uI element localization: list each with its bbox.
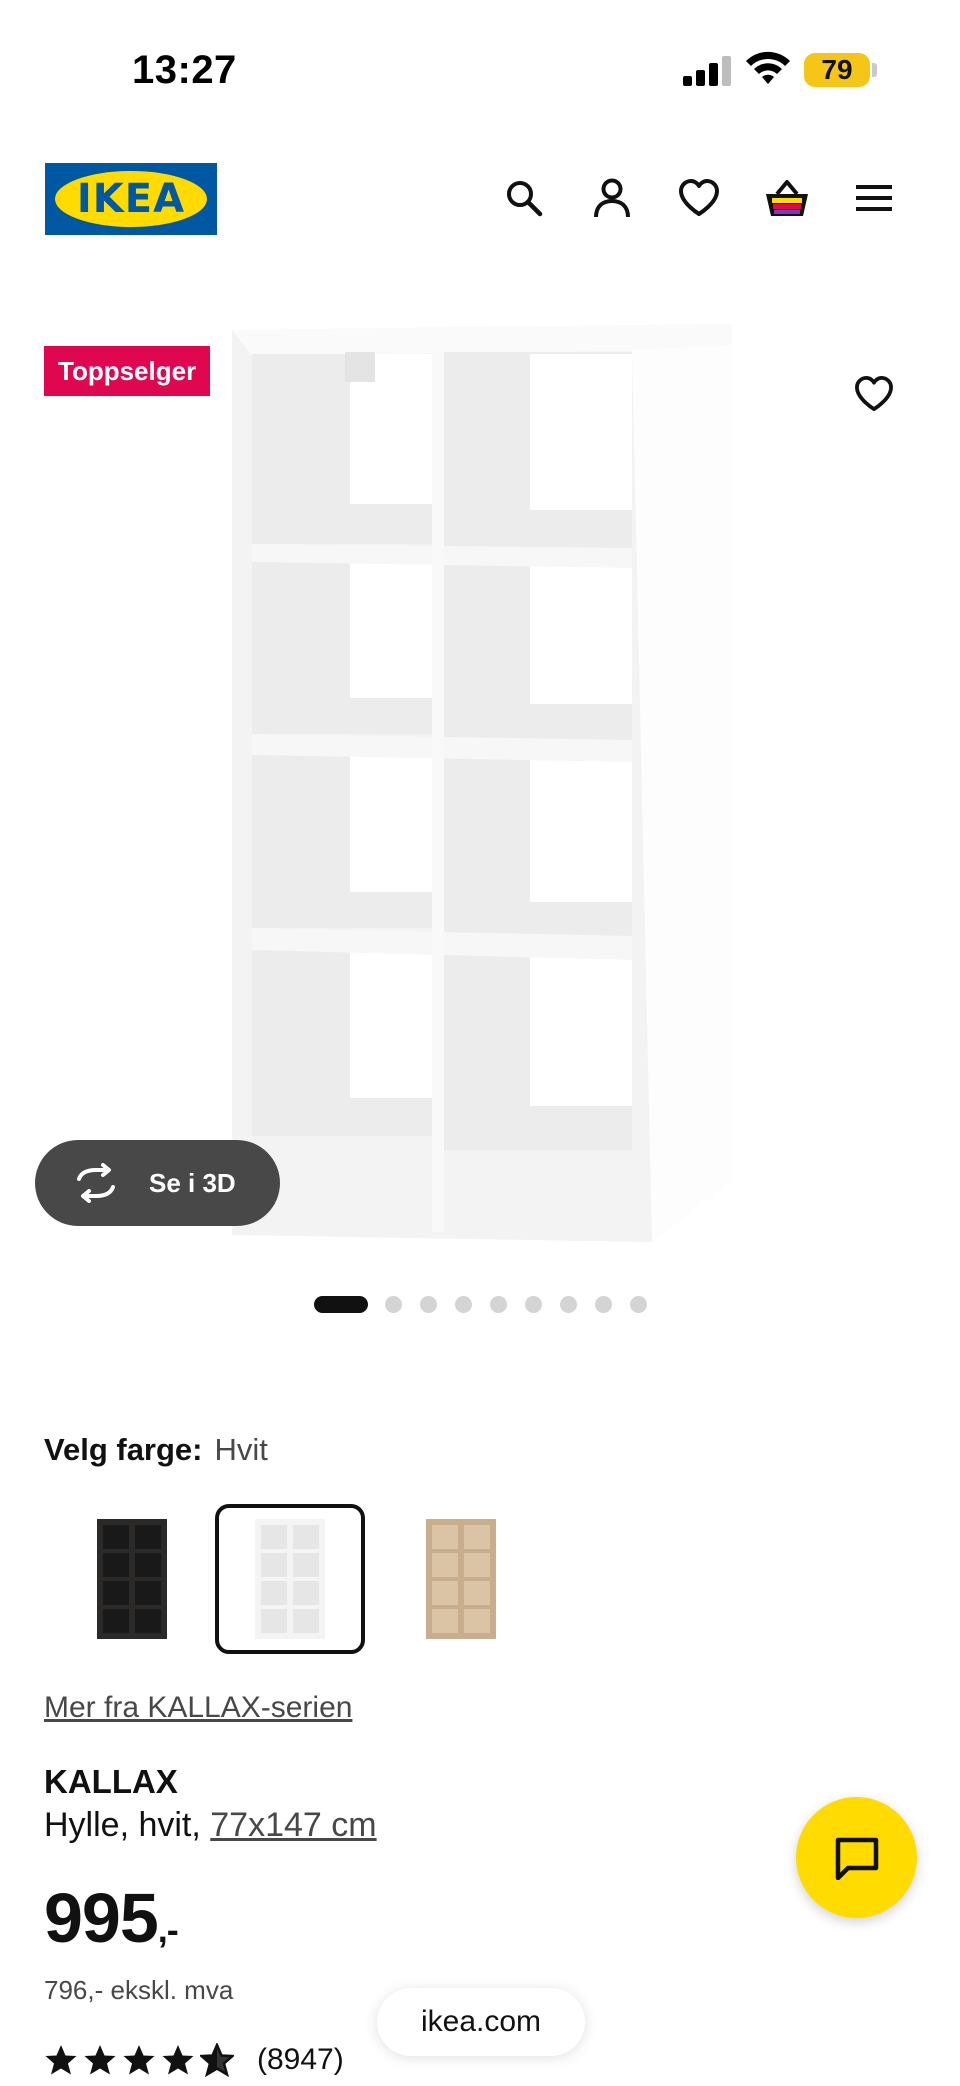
battery-tip [872, 63, 877, 77]
color-selector-label: Velg farge: Hvit [44, 1432, 268, 1468]
logo-text: IKEA [76, 176, 186, 222]
price-suffix: ,- [157, 1909, 179, 1950]
rating-count: (8947) [257, 2043, 344, 2076]
wifi-icon [746, 51, 790, 84]
carousel-dot[interactable] [630, 1296, 647, 1313]
price-excl-vat: 796,- ekskl. mva [44, 1975, 234, 2005]
heart-icon [855, 376, 893, 412]
carousel-dot[interactable] [525, 1296, 542, 1313]
price-main: 995 [44, 1879, 159, 1957]
carousel-dot[interactable] [455, 1296, 472, 1313]
rating[interactable]: (8947) [44, 2040, 344, 2080]
add-to-wishlist-button[interactable] [840, 360, 908, 428]
product-image[interactable] [0, 300, 960, 1260]
user-icon [594, 178, 630, 218]
size-link[interactable]: 77x147 cm [210, 1806, 376, 1844]
signal-icon [683, 56, 731, 86]
selected-color: Hvit [214, 1432, 268, 1467]
menu-button[interactable] [844, 168, 904, 228]
carousel-dot[interactable] [314, 1296, 368, 1313]
search-button[interactable] [494, 168, 554, 228]
color-swatch-white-oak[interactable] [386, 1504, 536, 1654]
color-label: Velg farge: [44, 1432, 203, 1467]
product-type: Hylle, hvit, [44, 1806, 211, 1844]
series-link[interactable]: Mer fra KALLAX-serien [44, 1691, 352, 1725]
star-icon [123, 2045, 155, 2075]
basket-icon [766, 180, 808, 216]
carousel-dot[interactable] [420, 1296, 437, 1313]
account-button[interactable] [582, 168, 642, 228]
menu-icon [856, 185, 892, 211]
rotate-3d-icon [77, 1163, 115, 1203]
carousel-dot[interactable] [560, 1296, 577, 1313]
color-swatch-white[interactable] [215, 1504, 365, 1654]
star-icon [162, 2045, 194, 2075]
top-seller-badge: Toppselger [44, 346, 211, 396]
half-star-icon [200, 2043, 234, 2077]
chat-icon [835, 1837, 878, 1880]
color-swatch-black-brown[interactable] [57, 1504, 207, 1654]
wishlist-button[interactable] [669, 168, 729, 228]
star-icon [84, 2045, 116, 2075]
heart-icon [679, 179, 719, 216]
kallax-oak-thumbnail [426, 1519, 496, 1639]
status-time: 13:27 [132, 48, 237, 92]
carousel-dot[interactable] [490, 1296, 507, 1313]
status-bar: 13:27 79 [0, 0, 960, 130]
carousel-dot[interactable] [595, 1296, 612, 1313]
browser-url-bar[interactable]: ikea.com [377, 1988, 585, 2056]
product-description: Hylle, hvit, 77x147 cm [44, 1806, 377, 1845]
product-name: KALLAX [44, 1763, 178, 1800]
view-in-3d-label: Se i 3D [149, 1167, 236, 1198]
kallax-shelf-illustration [232, 324, 732, 1242]
carousel-dot[interactable] [385, 1296, 402, 1313]
star-icon [45, 2045, 77, 2075]
battery-indicator: 79 [804, 53, 870, 87]
basket-button[interactable] [757, 168, 817, 228]
search-icon [507, 181, 543, 217]
ikea-logo[interactable]: IKEA [45, 163, 217, 235]
image-carousel-dots[interactable] [0, 1296, 960, 1316]
kallax-white-thumbnail [255, 1519, 325, 1639]
view-in-3d-button[interactable]: Se i 3D [35, 1140, 280, 1226]
chat-button[interactable] [796, 1797, 917, 1918]
kallax-black-thumbnail [97, 1519, 167, 1639]
product-price: 995,- [44, 1878, 179, 1958]
